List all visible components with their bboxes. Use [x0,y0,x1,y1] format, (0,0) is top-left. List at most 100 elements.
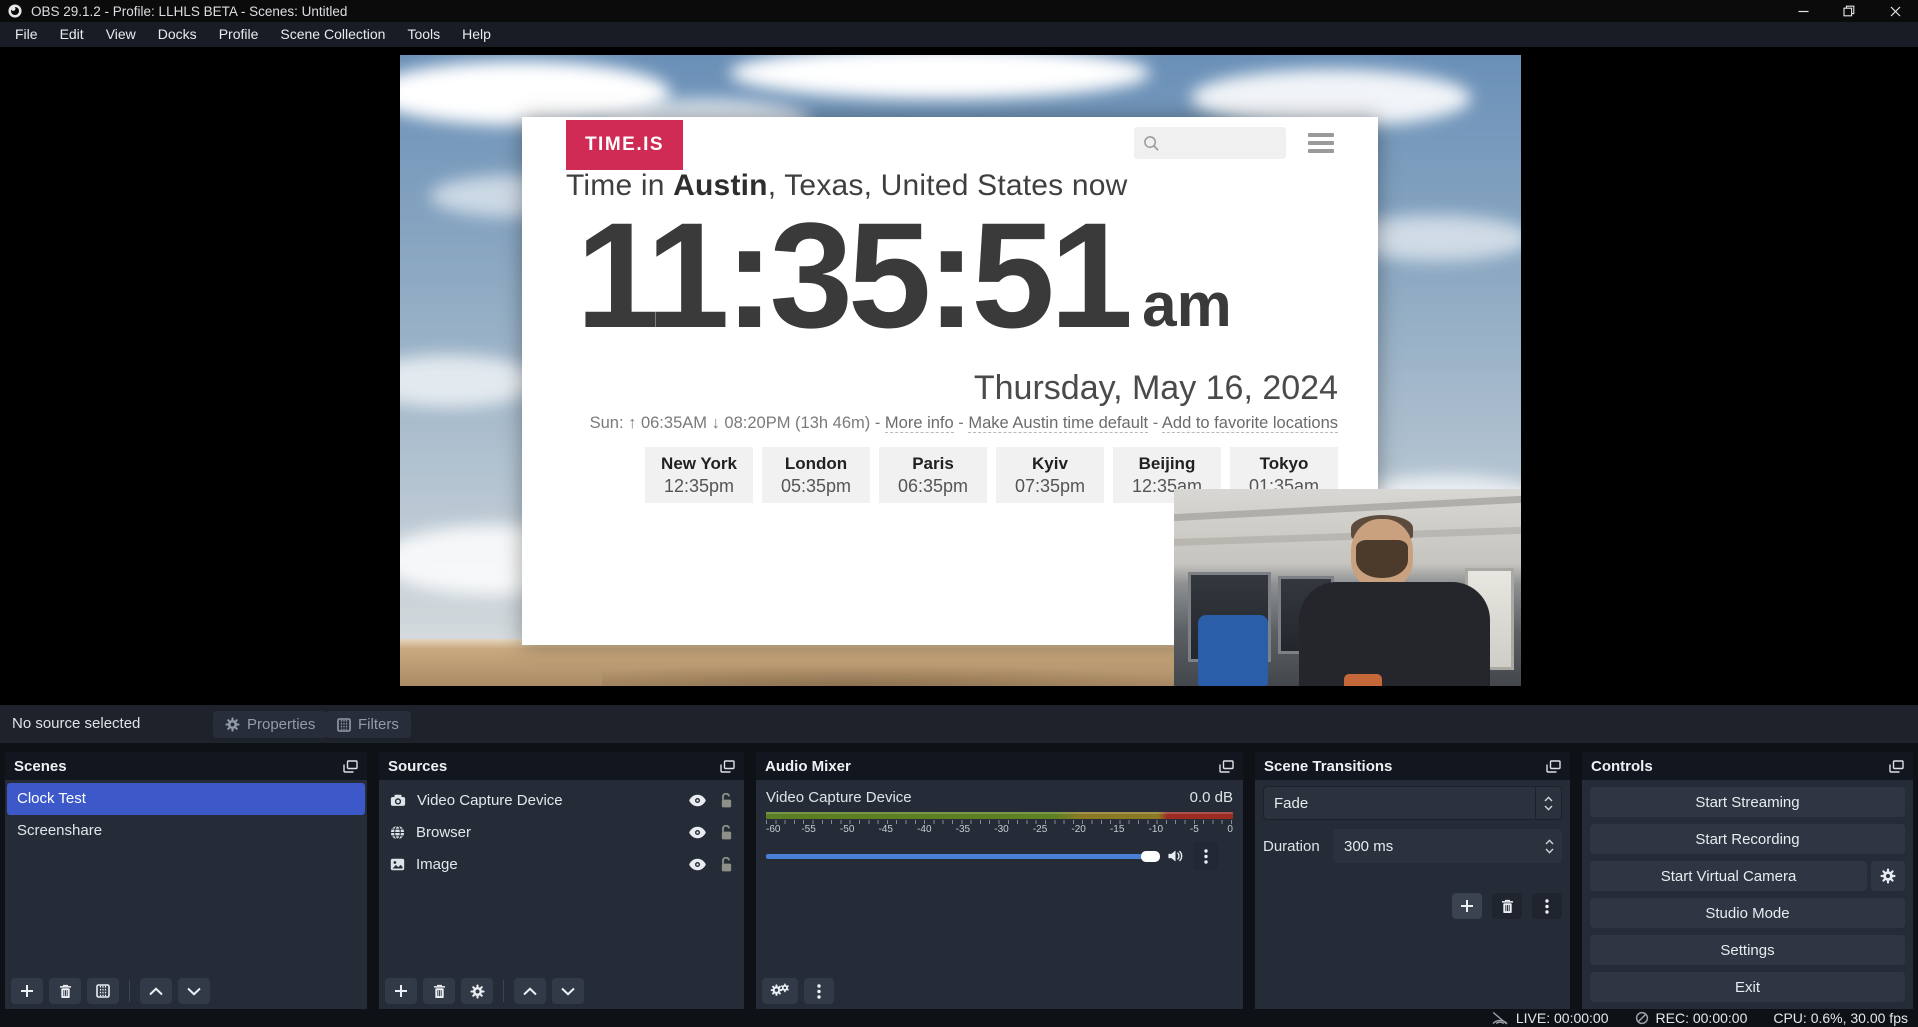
audio-mixer-panel-header[interactable]: Audio Mixer [756,752,1243,780]
clock-time: 11:35:51 [576,209,1128,341]
scenes-panel-header[interactable]: Scenes [5,752,367,780]
move-scene-down-button[interactable] [178,978,210,1004]
mixer-menu-button[interactable] [804,978,834,1004]
speaker-mute-icon[interactable] [1167,849,1184,863]
lock-icon[interactable] [720,793,733,808]
exit-button[interactable]: Exit [1590,972,1905,1002]
rec-status: REC: 00:00:00 [1635,1010,1748,1026]
add-source-button[interactable] [385,978,417,1004]
combo-arrows-icon[interactable] [1535,787,1561,819]
menu-tools[interactable]: Tools [396,22,451,47]
sources-panel-header[interactable]: Sources [379,752,744,780]
meter-tick-labels: -60-55-50-45-40-35-30-25-20-15-10-50 [766,824,1233,835]
advanced-audio-properties-button[interactable] [762,978,798,1004]
menu-view[interactable]: View [95,22,147,47]
add-scene-button[interactable] [11,978,43,1004]
record-inactive-icon [1635,1011,1649,1025]
scenes-panel-title: Scenes [14,758,67,775]
globe-icon [390,825,405,840]
audio-mixer-panel: Audio Mixer Video Capture Device 0.0 dB … [756,752,1243,1009]
timeis-date: Thursday, May 16, 2024 [974,369,1338,408]
filters-button[interactable]: Filters [325,711,411,738]
cpu-fps-status: CPU: 0.6%, 30.00 fps [1773,1010,1908,1026]
live-status: LIVE: 00:00:00 [1491,1010,1609,1026]
timeis-search-input [1134,127,1286,159]
remove-scene-button[interactable] [49,978,81,1004]
close-button[interactable] [1872,0,1918,22]
start-streaming-button[interactable]: Start Streaming [1590,787,1905,817]
start-virtual-camera-button[interactable]: Start Virtual Camera [1590,861,1867,891]
scene-transitions-panel: Scene Transitions Fade Duration 300 ms [1255,752,1570,1009]
move-source-down-button[interactable] [552,978,584,1004]
scenes-panel: Scenes Clock Test Screenshare [5,752,367,1009]
lock-icon[interactable] [720,857,733,872]
popout-icon[interactable] [1219,760,1234,773]
gear-icon [225,717,240,732]
minimize-button[interactable] [1780,0,1826,22]
popout-icon[interactable] [1889,760,1904,773]
move-source-up-button[interactable] [514,978,546,1004]
menu-bar: File Edit View Docks Profile Scene Colle… [0,22,1918,47]
start-recording-button[interactable]: Start Recording [1590,824,1905,854]
controls-panel-header[interactable]: Controls [1582,752,1913,780]
remove-transition-button[interactable] [1492,893,1522,919]
source-row-image[interactable]: Image [379,849,744,880]
transitions-panel-header[interactable]: Scene Transitions [1255,752,1570,780]
transition-properties-button[interactable] [1532,893,1562,919]
scene-filters-button[interactable] [87,978,119,1004]
add-transition-button[interactable] [1452,893,1482,919]
menu-file[interactable]: File [4,22,49,47]
scene-item-clock-test[interactable]: Clock Test [7,783,365,815]
menu-docks[interactable]: Docks [147,22,208,47]
mixer-channel-menu-button[interactable] [1193,842,1219,870]
studio-mode-button[interactable]: Studio Mode [1590,898,1905,928]
search-icon [1143,135,1160,152]
mixer-channel-name: Video Capture Device [766,789,912,806]
sun-times: Sun: ↑ 06:35AM ↓ 08:20PM (13h 46m) - [590,414,885,432]
spinbox-arrows-icon[interactable] [1536,829,1562,863]
title-bar: OBS 29.1.2 - Profile: LLHLS BETA - Scene… [0,0,1918,22]
source-context-toolbar: No source selected Properties Filters [0,705,1918,743]
remove-source-button[interactable] [423,978,455,1004]
timeis-sun-info: Sun: ↑ 06:35AM ↓ 08:20PM (13h 46m) - Mor… [590,414,1338,433]
duration-spinbox[interactable]: 300 ms [1333,829,1562,863]
volume-slider-handle[interactable] [1141,851,1160,862]
image-icon [390,858,405,871]
sources-panel-title: Sources [388,758,447,775]
source-row-browser[interactable]: Browser [379,817,744,848]
menu-help[interactable]: Help [451,22,502,47]
program-canvas[interactable]: TIME.IS Time in Austin, Texas, United St… [400,55,1521,686]
menu-edit[interactable]: Edit [49,22,95,47]
filter-icon [337,718,351,732]
restore-button[interactable] [1826,0,1872,22]
popout-icon[interactable] [343,760,358,773]
city-box-london: London05:35pm [762,447,870,503]
source-row-video-capture[interactable]: Video Capture Device [379,785,744,816]
sources-panel: Sources Video Capture Device Browser Ima… [379,752,744,1009]
popout-icon[interactable] [720,760,735,773]
camera-icon [390,794,406,807]
obs-logo-icon [8,4,22,18]
source-properties-button[interactable] [461,978,493,1004]
visibility-eye-icon[interactable] [688,794,707,807]
lock-icon[interactable] [720,825,733,840]
menu-scene-collection[interactable]: Scene Collection [269,22,396,47]
mixer-level-db: 0.0 dB [1190,789,1233,806]
volume-slider[interactable] [766,854,1158,859]
webcam-video-source[interactable] [1174,489,1521,686]
transition-select[interactable]: Fade [1263,786,1562,820]
preview-area: TIME.IS Time in Austin, Texas, United St… [0,47,1918,705]
visibility-eye-icon[interactable] [688,826,707,839]
visibility-eye-icon[interactable] [688,858,707,871]
popout-icon[interactable] [1546,760,1561,773]
properties-button[interactable]: Properties [213,711,327,738]
scene-item-screenshare[interactable]: Screenshare [7,815,365,847]
move-scene-up-button[interactable] [140,978,172,1004]
settings-button[interactable]: Settings [1590,935,1905,965]
menu-profile[interactable]: Profile [208,22,270,47]
status-bar: LIVE: 00:00:00 REC: 00:00:00 CPU: 0.6%, … [0,1009,1918,1027]
duration-label: Duration [1263,838,1325,855]
clock-meridiem: am [1142,275,1232,337]
virtual-camera-settings-button[interactable] [1871,861,1905,891]
more-info-link: More info [885,414,954,433]
